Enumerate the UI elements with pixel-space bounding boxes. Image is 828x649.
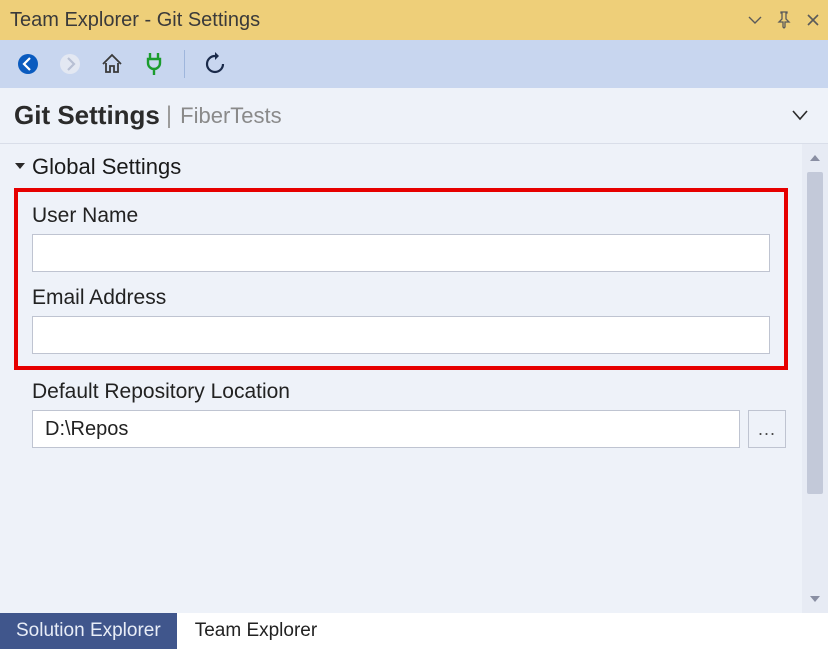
home-button[interactable] [94,46,130,82]
repo-location-input[interactable] [32,410,740,448]
toolbar-separator [184,50,185,78]
vertical-scrollbar[interactable] [802,144,828,613]
window-title: Team Explorer - Git Settings [10,9,748,32]
team-explorer-window: Team Explorer - Git Settings [0,0,828,649]
scroll-up-icon[interactable] [809,148,821,168]
forward-button[interactable] [52,46,88,82]
page-header: Git Settings | FiberTests [0,88,828,144]
scroll-track[interactable] [807,172,823,585]
page-menu-caret-icon[interactable] [792,108,814,124]
email-label: Email Address [32,286,770,310]
window-controls [748,11,820,29]
scroll-thumb[interactable] [807,172,823,494]
scroll-down-icon[interactable] [809,589,821,609]
page-title-separator: | [166,102,172,130]
expander-collapse-icon[interactable] [14,159,26,175]
pin-icon[interactable] [776,11,792,29]
close-icon[interactable] [806,13,820,27]
repo-location-row: ... [32,410,786,448]
titlebar: Team Explorer - Git Settings [0,0,828,40]
settings-panel: Global Settings User Name Email Address … [0,144,802,613]
page-title: Git Settings [14,100,160,131]
browse-button[interactable]: ... [748,410,786,448]
connect-button[interactable] [136,46,172,82]
tab-team-explorer[interactable]: Team Explorer [179,613,334,649]
content-area: Global Settings User Name Email Address … [0,144,828,613]
back-button[interactable] [10,46,46,82]
page-subtitle: FiberTests [180,103,281,129]
section-header-global-settings[interactable]: Global Settings [14,154,788,180]
email-input[interactable] [32,316,770,354]
tab-solution-explorer[interactable]: Solution Explorer [0,613,177,649]
window-menu-caret-icon[interactable] [748,15,762,25]
username-label: User Name [32,204,770,228]
refresh-button[interactable] [197,46,233,82]
bottom-tabstrip: Solution Explorer Team Explorer [0,613,828,649]
toolbar [0,40,828,88]
username-input[interactable] [32,234,770,272]
repo-location-label: Default Repository Location [32,380,788,404]
section-heading-label: Global Settings [32,154,181,180]
highlighted-fields-group: User Name Email Address [14,188,788,370]
